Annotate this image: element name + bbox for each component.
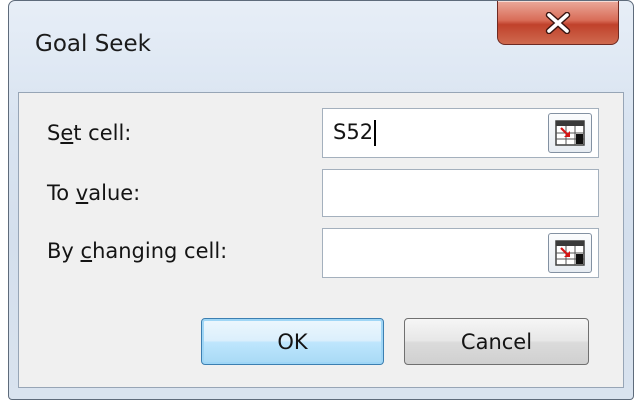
dialog-title: Goal Seek (35, 31, 151, 57)
cancel-button[interactable]: Cancel (404, 318, 589, 365)
range-picker-icon (555, 240, 585, 266)
title-bar[interactable]: Goal Seek (9, 1, 633, 91)
changing-cell-picker-button[interactable] (548, 233, 592, 273)
close-icon (545, 11, 571, 34)
set-cell-value: S52 (333, 120, 374, 144)
set-cell-field[interactable]: S52 (322, 108, 599, 158)
close-button[interactable] (497, 1, 619, 45)
changing-cell-label: By changing cell: (47, 239, 228, 263)
goal-seek-dialog: Goal Seek Set cell: S52 To value: By cha… (8, 0, 634, 400)
to-value-field[interactable] (322, 169, 599, 217)
set-cell-picker-button[interactable] (548, 113, 592, 153)
ok-button[interactable]: OK (201, 318, 384, 365)
set-cell-label: Set cell: (47, 121, 132, 145)
changing-cell-field[interactable] (322, 228, 599, 278)
text-caret (374, 120, 377, 146)
to-value-label: To value: (47, 181, 141, 205)
dialog-body: Set cell: S52 To value: By changing cell… (18, 92, 624, 388)
range-picker-icon (555, 120, 585, 146)
